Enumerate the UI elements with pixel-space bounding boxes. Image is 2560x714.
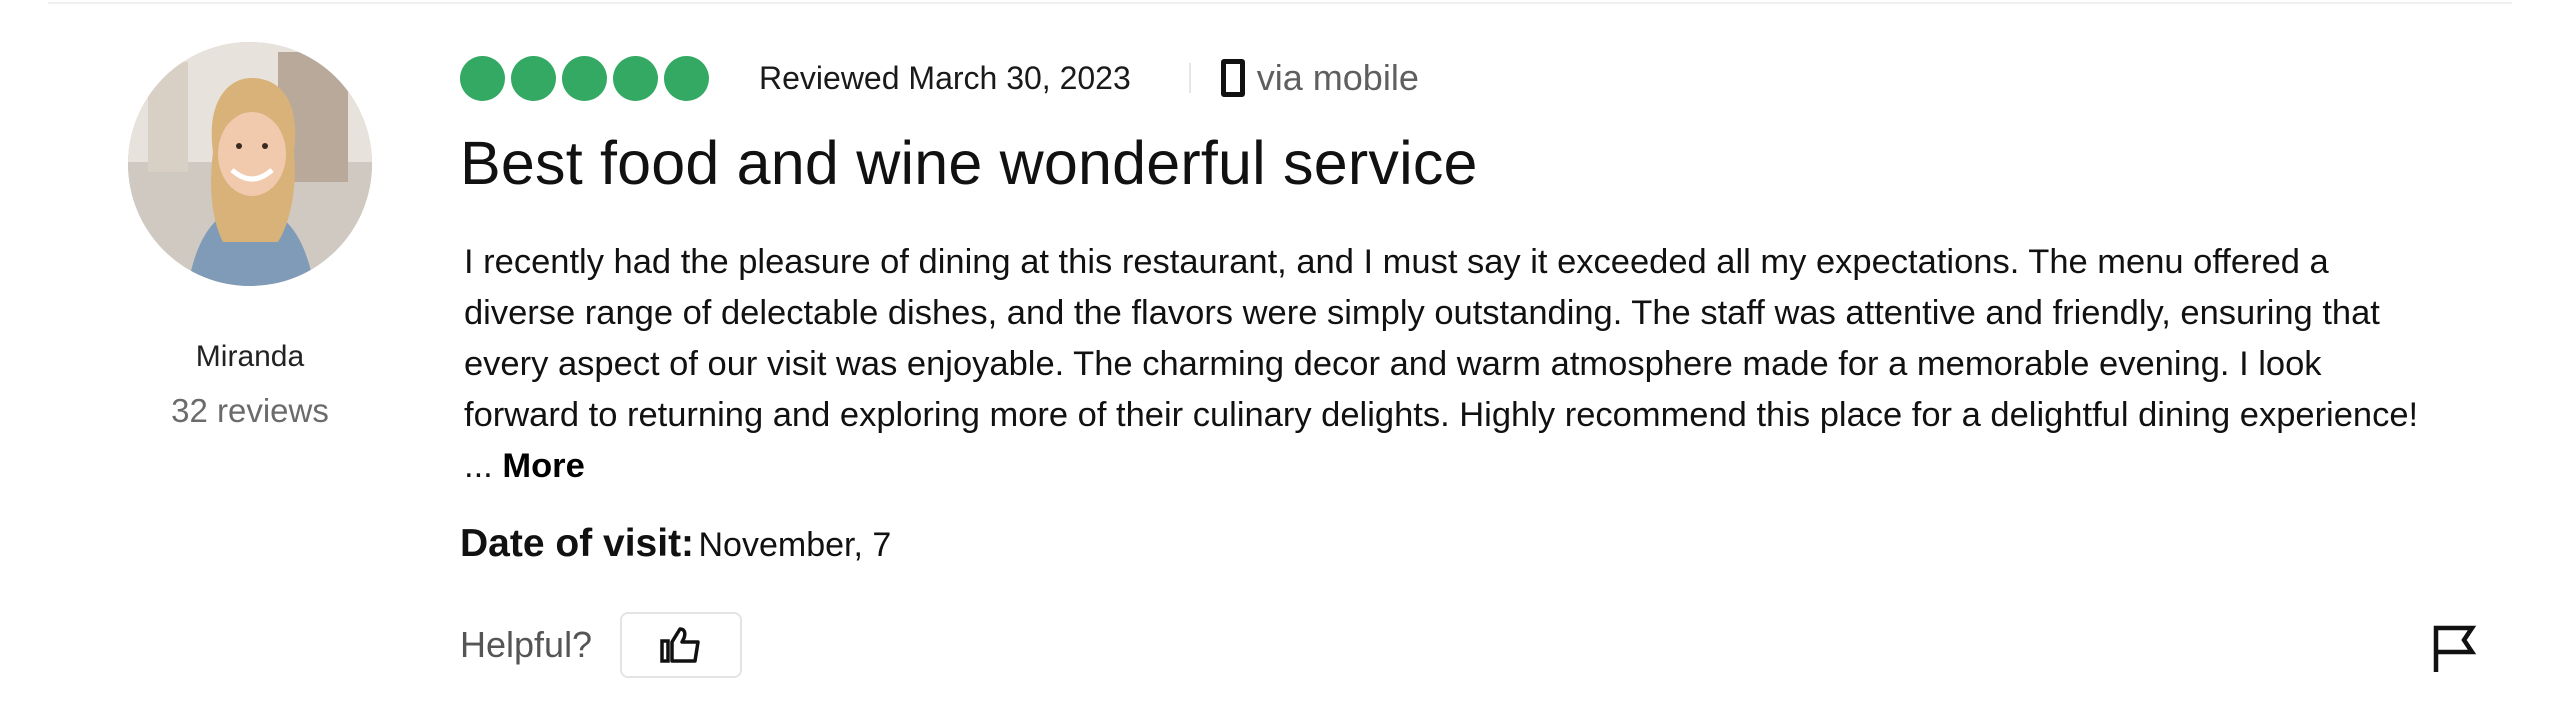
review-body-text: I recently had the pleasure of dining at… — [464, 243, 2419, 485]
report-flag-button[interactable] — [2430, 622, 2478, 674]
rating-bubbles — [460, 55, 709, 101]
thumbs-up-icon — [660, 627, 700, 663]
helpful-label: Helpful? — [460, 624, 593, 665]
reviewed-date: Reviewed March 30, 2023 — [759, 59, 1131, 96]
reviewer-card: Miranda 32 reviews — [120, 42, 380, 430]
rating-bubble — [664, 55, 709, 101]
rating-bubble — [511, 55, 556, 101]
review-title[interactable]: Best food and wine wonderful service — [460, 128, 1478, 198]
date-of-visit: Date of visit: November, 7 — [460, 522, 891, 566]
reviewer-name[interactable]: Miranda — [120, 340, 380, 374]
avatar[interactable] — [128, 42, 372, 286]
divider — [48, 2, 2512, 4]
review-body: I recently had the pleasure of dining at… — [464, 237, 2424, 492]
mobile-phone-icon — [1220, 59, 1245, 97]
date-of-visit-value: November, 7 — [698, 526, 892, 564]
helpful-row: Helpful? — [460, 612, 743, 678]
helpful-vote-button[interactable] — [620, 612, 743, 678]
rating-bubble — [460, 55, 505, 101]
reviewer-review-count: 32 reviews — [171, 392, 329, 429]
rating-row: Reviewed March 30, 2023 via mobile — [460, 54, 1419, 102]
rating-bubble — [562, 55, 607, 101]
more-link[interactable]: More — [502, 447, 584, 485]
flag-icon — [2433, 625, 2477, 672]
via-mobile-label: via mobile — [1256, 57, 1419, 98]
date-of-visit-label: Date of visit: — [460, 522, 695, 565]
separator — [1188, 63, 1191, 93]
rating-bubble — [613, 55, 658, 101]
avatar-photo — [128, 42, 372, 286]
